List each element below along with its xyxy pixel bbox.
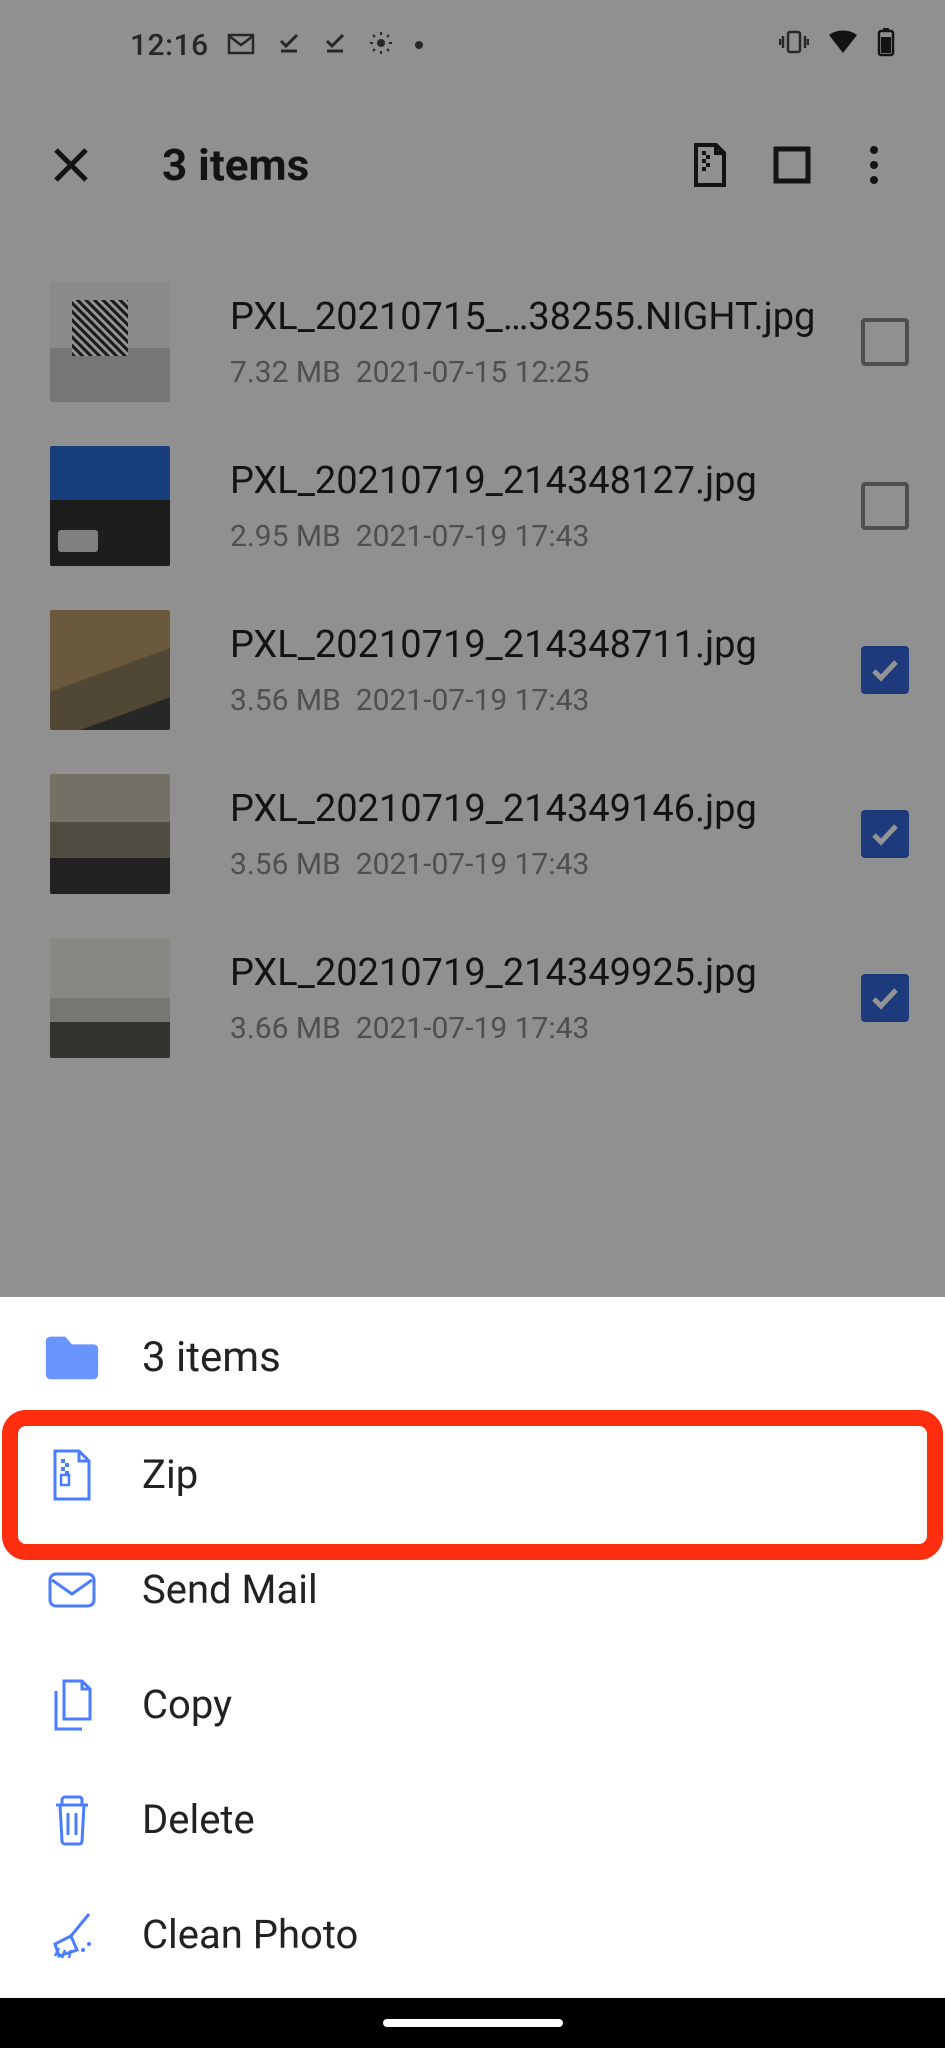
action-bottom-sheet: 3 items Zip Send Mail Copy Delete Clean … bbox=[0, 1297, 945, 1992]
file-row[interactable]: PXL_20210719_214349146.jpg 3.56 MB 2021-… bbox=[0, 752, 945, 916]
mail-icon bbox=[42, 1570, 102, 1610]
nav-handle[interactable] bbox=[383, 2019, 563, 2027]
selection-count-title: 3 items bbox=[162, 139, 669, 191]
battery-icon bbox=[877, 27, 895, 64]
file-name: PXL_20210719_214349146.jpg bbox=[230, 787, 841, 831]
file-browser-background: 12:16 bbox=[0, 0, 945, 1297]
file-name: PXL_20210719_214348711.jpg bbox=[230, 623, 841, 667]
file-meta: 2.95 MB 2021-07-19 17:43 bbox=[230, 519, 841, 554]
more-options-button[interactable] bbox=[839, 130, 909, 200]
file-name: PXL_20210715_…38255.NIGHT.jpg bbox=[230, 295, 841, 339]
file-meta: 7.32 MB 2021-07-15 12:25 bbox=[230, 355, 841, 390]
folder-icon bbox=[42, 1331, 102, 1383]
action-send-mail[interactable]: Send Mail bbox=[0, 1532, 945, 1647]
system-nav-bar[interactable] bbox=[0, 1998, 945, 2048]
file-list: PXL_20210715_…38255.NIGHT.jpg 7.32 MB 20… bbox=[0, 240, 945, 1080]
file-row[interactable]: PXL_20210719_214348127.jpg 2.95 MB 2021-… bbox=[0, 424, 945, 588]
vibrate-icon bbox=[779, 29, 809, 62]
file-name: PXL_20210719_214349925.jpg bbox=[230, 951, 841, 995]
copy-icon bbox=[42, 1677, 102, 1733]
status-bar: 12:16 bbox=[0, 0, 945, 90]
trash-icon bbox=[42, 1793, 102, 1847]
close-button[interactable] bbox=[36, 130, 106, 200]
file-thumbnail bbox=[50, 446, 170, 566]
action-label: Copy bbox=[142, 1681, 232, 1728]
file-thumbnail bbox=[50, 610, 170, 730]
action-clean-photo[interactable]: Clean Photo bbox=[0, 1877, 945, 1992]
selection-toolbar: 3 items bbox=[0, 90, 945, 240]
file-row[interactable]: PXL_20210715_…38255.NIGHT.jpg 7.32 MB 20… bbox=[0, 260, 945, 424]
file-meta: 3.66 MB 2021-07-19 17:43 bbox=[230, 1011, 841, 1046]
action-label: Delete bbox=[142, 1796, 255, 1843]
zip-file-icon bbox=[42, 1447, 102, 1503]
download-done-icon bbox=[277, 29, 301, 62]
download-done-icon bbox=[323, 29, 347, 62]
action-delete[interactable]: Delete bbox=[0, 1762, 945, 1877]
action-label: Send Mail bbox=[142, 1566, 318, 1613]
file-meta: 3.56 MB 2021-07-19 17:43 bbox=[230, 847, 841, 882]
file-row[interactable]: PXL_20210719_214348711.jpg 3.56 MB 2021-… bbox=[0, 588, 945, 752]
wifi-icon bbox=[827, 29, 859, 62]
file-name: PXL_20210719_214348127.jpg bbox=[230, 459, 841, 503]
archive-button[interactable] bbox=[675, 130, 745, 200]
status-time: 12:16 bbox=[130, 28, 209, 63]
file-meta: 3.56 MB 2021-07-19 17:43 bbox=[230, 683, 841, 718]
file-row[interactable]: PXL_20210719_214349925.jpg 3.66 MB 2021-… bbox=[0, 916, 945, 1080]
brightness-icon bbox=[369, 29, 393, 62]
file-thumbnail bbox=[50, 774, 170, 894]
select-all-button[interactable] bbox=[757, 130, 827, 200]
file-checkbox-checked[interactable] bbox=[861, 810, 909, 858]
file-checkbox-checked[interactable] bbox=[861, 646, 909, 694]
dot-indicator-icon bbox=[415, 41, 423, 49]
action-label: Zip bbox=[142, 1451, 198, 1498]
sheet-header: 3 items bbox=[0, 1297, 945, 1417]
action-copy[interactable]: Copy bbox=[0, 1647, 945, 1762]
file-checkbox-checked[interactable] bbox=[861, 974, 909, 1022]
action-zip[interactable]: Zip bbox=[0, 1417, 945, 1532]
action-label: Clean Photo bbox=[142, 1911, 358, 1958]
broom-icon bbox=[42, 1910, 102, 1960]
sheet-header-label: 3 items bbox=[142, 1333, 281, 1382]
file-thumbnail bbox=[50, 938, 170, 1058]
file-checkbox[interactable] bbox=[861, 318, 909, 366]
file-thumbnail bbox=[50, 282, 170, 402]
file-checkbox[interactable] bbox=[861, 482, 909, 530]
gmail-icon bbox=[227, 29, 255, 62]
